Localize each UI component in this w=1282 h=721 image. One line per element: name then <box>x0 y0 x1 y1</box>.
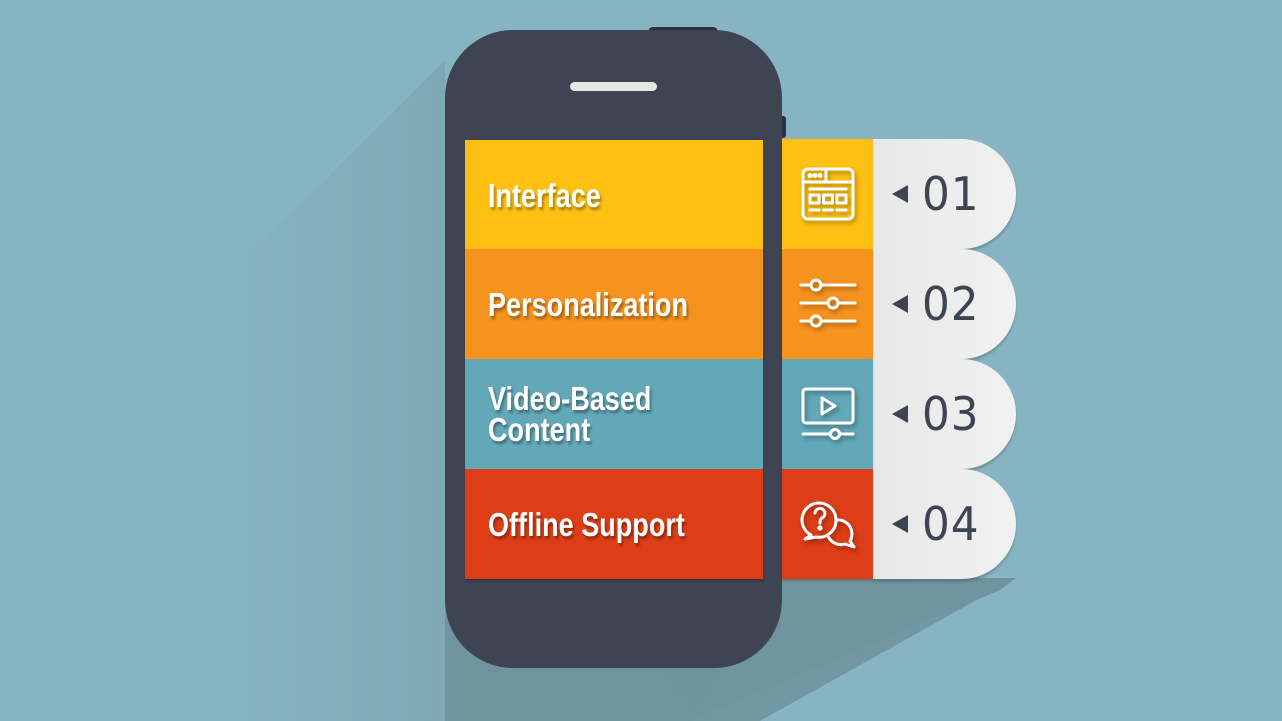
feature-row-personalization: Personalization <box>465 249 763 359</box>
sliders-icon <box>799 278 856 328</box>
arrow-left-icon <box>892 405 908 423</box>
feature-row-interface: Interface <box>465 140 763 250</box>
item-number: 04 <box>922 497 980 551</box>
feature-label: Interface <box>488 176 601 214</box>
arrow-left-icon <box>892 185 908 203</box>
number-pill-03: 03 <box>873 359 1016 469</box>
feature-label: Offline Support <box>488 505 685 543</box>
item-number: 03 <box>922 387 980 441</box>
icon-tab-04 <box>782 469 873 579</box>
feature-row-offline-support: Offline Support <box>465 469 763 579</box>
phone-speaker <box>570 82 657 91</box>
feature-label: Video-Based Content <box>488 380 652 448</box>
infographic: 01 Interface 02 Personalization 03 Video… <box>0 0 1282 721</box>
arrow-left-icon <box>892 515 908 533</box>
video-player-icon <box>801 387 854 440</box>
item-number: 01 <box>922 167 980 221</box>
icon-tab-02 <box>782 249 873 359</box>
feature-label: Personalization <box>488 285 688 323</box>
arrow-left-icon <box>892 295 908 313</box>
browser-window-icon <box>801 167 854 221</box>
item-number: 02 <box>922 277 980 331</box>
icon-tab-03 <box>782 359 873 469</box>
feature-row-video-based-content: Video-Based Content <box>465 359 763 469</box>
question-chat-icon <box>800 501 855 549</box>
icon-tab-01 <box>782 139 873 249</box>
number-pill-04: 04 <box>873 469 1016 579</box>
number-pill-02: 02 <box>873 249 1016 359</box>
number-pill-01: 01 <box>873 139 1016 249</box>
